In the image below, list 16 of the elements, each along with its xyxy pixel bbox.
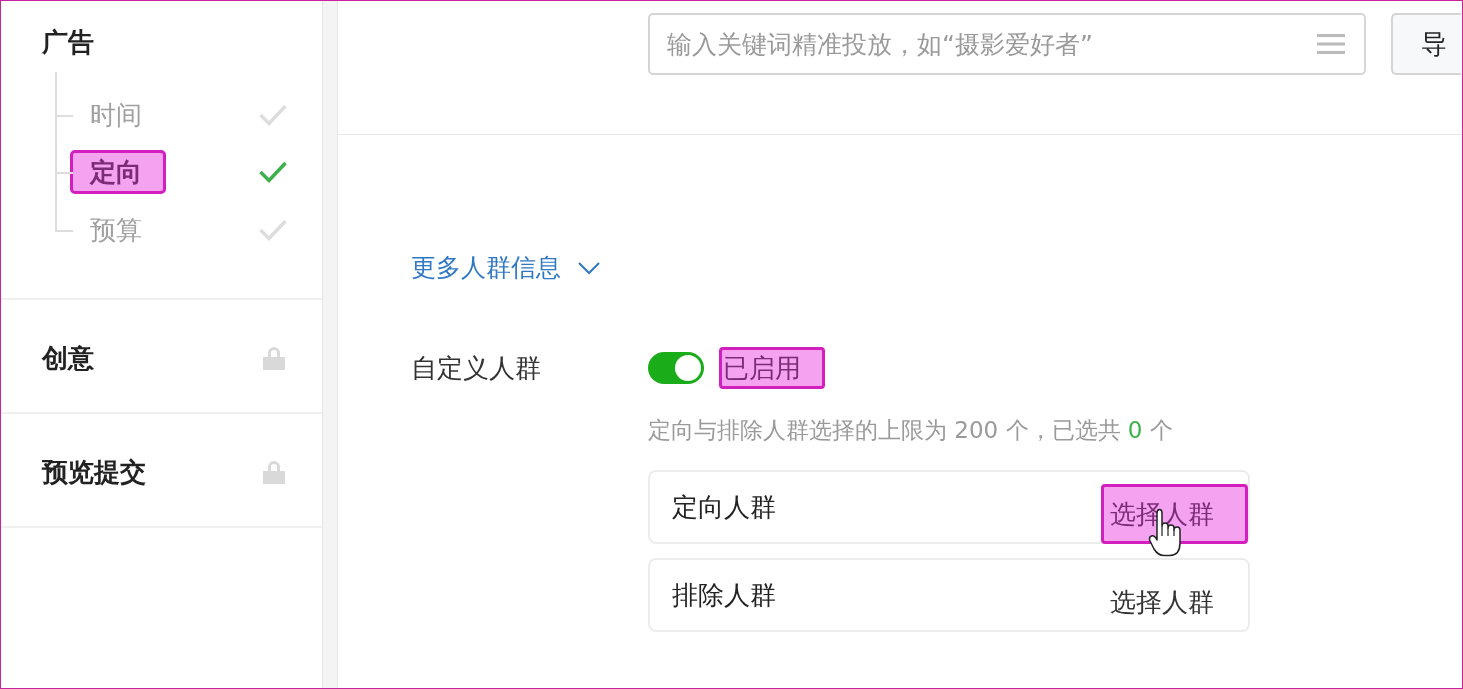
audience-row-label: 排除人群 [672, 579, 776, 612]
audience-row-label: 定向人群 [672, 491, 776, 524]
sidebar-section-title[interactable]: 广告 [42, 24, 94, 60]
select-audience-button[interactable]: 选择人群 [1101, 572, 1248, 632]
import-button[interactable]: 导 [1391, 13, 1461, 75]
toggle-switch[interactable] [648, 352, 704, 384]
sidebar-section-title[interactable]: 创意 [42, 340, 94, 376]
sidebar-step[interactable]: 定向 [70, 150, 166, 195]
menu-icon[interactable] [1317, 34, 1345, 54]
limit-hint: 定向与排除人群选择的上限为 200 个，已选共 0 个 [648, 416, 1173, 444]
more-audience-info-link[interactable]: 更多人群信息 [411, 252, 600, 284]
chevron-down-icon[interactable] [578, 261, 600, 275]
sidebar-section-title[interactable]: 预览提交 [42, 454, 146, 490]
keyword-input[interactable]: 输入关键词精准投放，如“摄影爱好者” [648, 13, 1366, 75]
switch-status: 已启用 [719, 347, 825, 389]
field-label: 自定义人群 [411, 352, 542, 385]
